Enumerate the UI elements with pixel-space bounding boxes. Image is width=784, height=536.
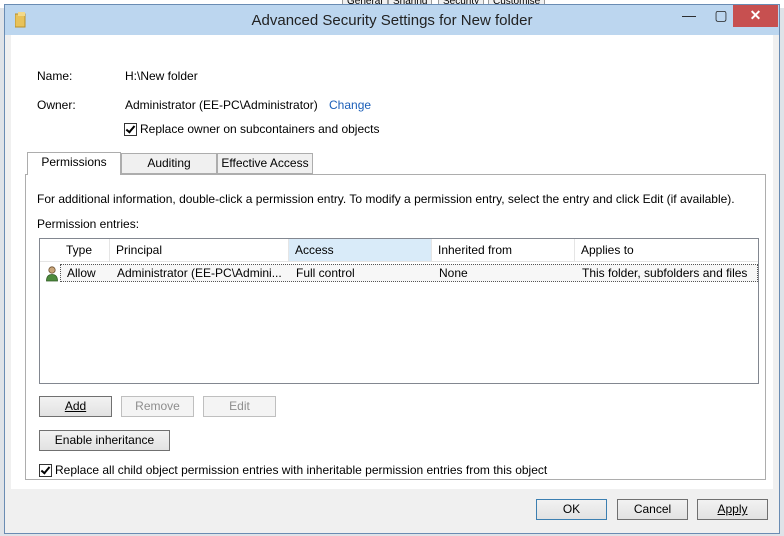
replace-child-permissions-checkbox[interactable] bbox=[39, 464, 52, 477]
ok-button[interactable]: OK bbox=[536, 499, 607, 520]
close-button[interactable]: ✕ bbox=[733, 5, 778, 27]
add-button[interactable]: Add bbox=[39, 396, 112, 417]
apply-button[interactable]: Apply bbox=[697, 499, 768, 520]
column-type[interactable]: Type bbox=[60, 239, 110, 261]
dialog-body: Name: H:\New folder Owner: Administrator… bbox=[11, 35, 773, 489]
replace-owner-label: Replace owner on subcontainers and objec… bbox=[140, 122, 380, 136]
list-header: Type Principal Access Inherited from App… bbox=[40, 239, 758, 262]
column-access[interactable]: Access bbox=[289, 239, 432, 261]
remove-button[interactable]: Remove bbox=[121, 396, 194, 417]
change-owner-link[interactable]: Change bbox=[329, 98, 371, 112]
title-bar[interactable]: Advanced Security Settings for New folde… bbox=[5, 5, 779, 35]
owner-label: Owner: bbox=[37, 98, 76, 112]
tab-permissions[interactable]: Permissions bbox=[27, 152, 121, 175]
advanced-security-dialog: Advanced Security Settings for New folde… bbox=[4, 4, 780, 534]
edit-button-label: Edit bbox=[229, 399, 250, 413]
remove-button-label: Remove bbox=[135, 399, 180, 413]
minimize-button[interactable]: — bbox=[676, 5, 702, 27]
row-principal: Administrator (EE-PC\Admini... bbox=[117, 266, 282, 280]
apply-button-label: Apply bbox=[717, 502, 748, 516]
replace-owner-checkbox[interactable] bbox=[124, 123, 137, 136]
replace-child-permissions-label: Replace all child object permission entr… bbox=[55, 463, 548, 477]
permission-entries-label: Permission entries: bbox=[37, 217, 140, 231]
row-type: Allow bbox=[67, 266, 96, 280]
tab-auditing[interactable]: Auditing bbox=[121, 153, 217, 174]
owner-value: Administrator (EE-PC\Administrator) bbox=[125, 98, 318, 112]
name-label: Name: bbox=[37, 69, 73, 83]
instructions-text: For additional information, double-click… bbox=[37, 192, 735, 206]
column-principal[interactable]: Principal bbox=[110, 239, 289, 261]
row-access: Full control bbox=[296, 266, 355, 280]
column-inherited-from[interactable]: Inherited from bbox=[432, 239, 575, 261]
row-inherited-from: None bbox=[439, 266, 468, 280]
column-applies-to[interactable]: Applies to bbox=[575, 239, 758, 261]
row-applies-to: This folder, subfolders and files bbox=[582, 266, 748, 280]
cancel-button[interactable]: Cancel bbox=[617, 499, 688, 520]
enable-inheritance-button[interactable]: Enable inheritance bbox=[39, 430, 170, 451]
tab-effective-access[interactable]: Effective Access bbox=[217, 153, 313, 174]
name-value: H:\New folder bbox=[125, 69, 198, 83]
edit-button[interactable]: Edit bbox=[203, 396, 276, 417]
window-title: Advanced Security Settings for New folde… bbox=[251, 12, 533, 29]
table-row[interactable]: Allow Administrator (EE-PC\Admini... Ful… bbox=[60, 264, 758, 282]
maximize-button[interactable]: ▢ bbox=[708, 5, 734, 27]
add-button-label: Add bbox=[64, 399, 87, 413]
dialog-content: Name: H:\New folder Owner: Administrator… bbox=[11, 35, 773, 523]
user-icon bbox=[46, 266, 58, 282]
permission-entries-list[interactable]: Type Principal Access Inherited from App… bbox=[39, 238, 759, 384]
